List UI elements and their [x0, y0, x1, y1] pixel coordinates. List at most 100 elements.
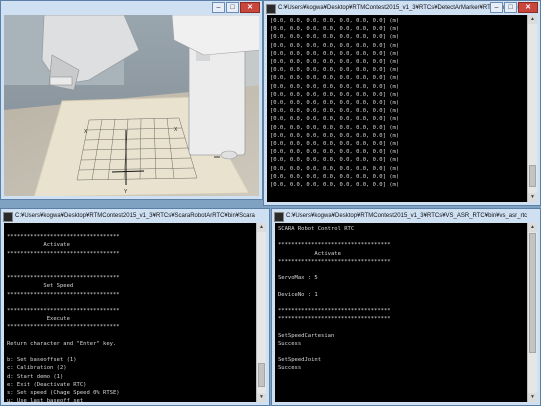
scara-console-output: ********************************** Activ… — [4, 223, 266, 402]
vertical-scrollbar[interactable]: ▲ ▼ — [256, 223, 266, 402]
minimize-button[interactable]: – — [490, 2, 503, 13]
console-line: ServoMax : 5 — [278, 275, 318, 282]
scroll-thumb[interactable] — [529, 165, 536, 187]
scroll-down-icon[interactable]: ▼ — [528, 393, 537, 402]
vertical-scrollbar[interactable]: ▲ ▼ — [527, 223, 537, 402]
console-line: [0.0, 0.0, 0.0, 0.0, 0.0, 0.0, 0.0] (m) — [270, 116, 400, 123]
console-line: [0.0, 0.0, 0.0, 0.0, 0.0, 0.0, 0.0] (m) — [270, 59, 400, 66]
arm-console-body[interactable]: SCARA Robot Control RTC ****************… — [275, 223, 537, 402]
console-line: ********************************** — [7, 275, 120, 282]
camera-view: X X Y — [4, 15, 259, 196]
scroll-up-icon[interactable]: ▲ — [528, 223, 537, 232]
console-line: Set Speed — [7, 283, 74, 290]
console-line: DeviceNo : 1 — [278, 291, 318, 298]
console-line: ********************************** — [278, 258, 391, 265]
console-line: Success — [278, 340, 302, 347]
console-line: [0.0, 0.0, 0.0, 0.0, 0.0, 0.0, 0.0] (m) — [270, 26, 400, 33]
close-button[interactable]: ✕ — [518, 2, 538, 13]
scara-console-title: C:¥Users¥kogwa¥Desktop¥RTMContest2015_v1… — [15, 213, 255, 219]
console-line: SCARA Robot Control RTC — [278, 226, 355, 232]
arm-console-output: SCARA Robot Control RTC ****************… — [275, 223, 537, 375]
console-line: [0.0, 0.0, 0.0, 0.0, 0.0, 0.0, 0.0] (m) — [270, 50, 400, 57]
scroll-down-icon[interactable]: ▼ — [257, 393, 266, 402]
console-line: [0.0, 0.0, 0.0, 0.0, 0.0, 0.0, 0.0] (m) — [270, 141, 400, 148]
maximize-button[interactable]: □ — [504, 2, 517, 13]
detect-console-body[interactable]: [0.0, 0.0, 0.0, 0.0, 0.0, 0.0, 0.0] (m)[… — [267, 15, 537, 202]
camera-window[interactable]: – □ ✕ X X Y — [0, 0, 263, 200]
detect-console-window[interactable]: C:¥Users¥kogwa¥Desktop¥RTMContest2015_v1… — [263, 0, 541, 206]
console-line: [0.0, 0.0, 0.0, 0.0, 0.0, 0.0, 0.0] (m) — [270, 108, 400, 115]
console-line: [0.0, 0.0, 0.0, 0.0, 0.0, 0.0, 0.0] (m) — [270, 18, 400, 24]
console-line: Activate — [278, 250, 341, 257]
console-line: [0.0, 0.0, 0.0, 0.0, 0.0, 0.0, 0.0] (m) — [270, 91, 400, 98]
console-line: [0.0, 0.0, 0.0, 0.0, 0.0, 0.0, 0.0] (m) — [270, 173, 400, 180]
minimize-button[interactable]: – — [212, 2, 225, 13]
console-line: s: Set speed (Chage Speed 0% RTSE) — [7, 390, 120, 397]
console-line: c: Calibration (2) — [7, 365, 67, 372]
console-line: [0.0, 0.0, 0.0, 0.0, 0.0, 0.0, 0.0] (m) — [270, 132, 400, 139]
console-line: Activate — [7, 242, 70, 249]
scroll-up-icon[interactable]: ▲ — [257, 223, 266, 232]
console-line: Execute — [7, 316, 70, 323]
console-line: ********************************** — [7, 308, 120, 315]
detect-console-output: [0.0, 0.0, 0.0, 0.0, 0.0, 0.0, 0.0] (m)[… — [267, 15, 537, 191]
console-line: ********************************** — [7, 324, 120, 331]
console-line: [0.0, 0.0, 0.0, 0.0, 0.0, 0.0, 0.0] (m) — [270, 100, 400, 107]
console-line: [0.0, 0.0, 0.0, 0.0, 0.0, 0.0, 0.0] (m) — [270, 67, 400, 74]
arm-console-titlebar[interactable]: C:¥Users¥kogwa¥Desktop¥RTMContest2015_v1… — [272, 209, 540, 223]
arm-console-window[interactable]: C:¥Users¥kogwa¥Desktop¥RTMContest2015_v1… — [271, 208, 541, 406]
console-line: Success — [278, 365, 302, 372]
console-line: ********************************** — [7, 234, 120, 241]
console-line: ********************************** — [278, 242, 391, 249]
console-line: ********************************** — [7, 291, 120, 298]
console-line: [0.0, 0.0, 0.0, 0.0, 0.0, 0.0, 0.0] (m) — [270, 157, 400, 164]
scara-console-body[interactable]: ********************************** Activ… — [4, 223, 266, 402]
console-line: d: Start demo (1) — [7, 373, 64, 380]
console-line: [0.0, 0.0, 0.0, 0.0, 0.0, 0.0, 0.0] (m) — [270, 124, 400, 131]
console-line: [0.0, 0.0, 0.0, 0.0, 0.0, 0.0, 0.0] (m) — [270, 75, 400, 82]
scroll-down-icon[interactable]: ▼ — [528, 193, 537, 202]
scara-console-titlebar[interactable]: C:¥Users¥kogwa¥Desktop¥RTMContest2015_v1… — [1, 209, 269, 223]
camera-window-titlebar[interactable]: – □ ✕ — [1, 1, 262, 15]
console-line: ********************************** — [278, 316, 391, 323]
console-line: SetSpeedCartesian — [278, 332, 335, 339]
scara-console-window[interactable]: C:¥Users¥kogwa¥Desktop¥RTMContest2015_v1… — [0, 208, 270, 406]
arm-console-title: C:¥Users¥kogwa¥Desktop¥RTMContest2015_v1… — [286, 213, 528, 219]
console-line: [0.0, 0.0, 0.0, 0.0, 0.0, 0.0, 0.0] (m) — [270, 182, 400, 189]
detect-console-titlebar[interactable]: C:¥Users¥kogwa¥Desktop¥RTMContest2015_v1… — [264, 1, 540, 15]
console-line: [0.0, 0.0, 0.0, 0.0, 0.0, 0.0, 0.0] (m) — [270, 83, 400, 90]
console-line: ********************************** — [278, 308, 391, 315]
vertical-scrollbar[interactable]: ▲ ▼ — [527, 15, 537, 202]
console-line: [0.0, 0.0, 0.0, 0.0, 0.0, 0.0, 0.0] (m) — [270, 34, 400, 41]
console-line: Return character and "Enter" key. — [7, 340, 117, 347]
console-line: b: Set baseoffset (1) — [7, 357, 77, 364]
console-line: SetSpeedJoint — [278, 357, 322, 364]
scroll-thumb[interactable] — [258, 363, 265, 387]
console-line: u: Use last baseoff set — [7, 398, 84, 402]
console-line: [0.0, 0.0, 0.0, 0.0, 0.0, 0.0, 0.0] (m) — [270, 165, 400, 172]
camera-image: X X Y — [4, 15, 259, 196]
console-icon — [274, 212, 284, 222]
console-icon — [3, 212, 13, 222]
console-line: [0.0, 0.0, 0.0, 0.0, 0.0, 0.0, 0.0] (m) — [270, 149, 400, 156]
scroll-thumb[interactable] — [529, 233, 536, 353]
console-line: [0.0, 0.0, 0.0, 0.0, 0.0, 0.0, 0.0] (m) — [270, 42, 400, 49]
close-button[interactable]: ✕ — [240, 2, 260, 13]
console-line: e: Exit (Deactivate RTC) — [7, 381, 87, 388]
console-line: ********************************** — [7, 250, 120, 257]
scroll-up-icon[interactable]: ▲ — [528, 15, 537, 24]
console-icon — [266, 4, 276, 14]
maximize-button[interactable]: □ — [226, 2, 239, 13]
